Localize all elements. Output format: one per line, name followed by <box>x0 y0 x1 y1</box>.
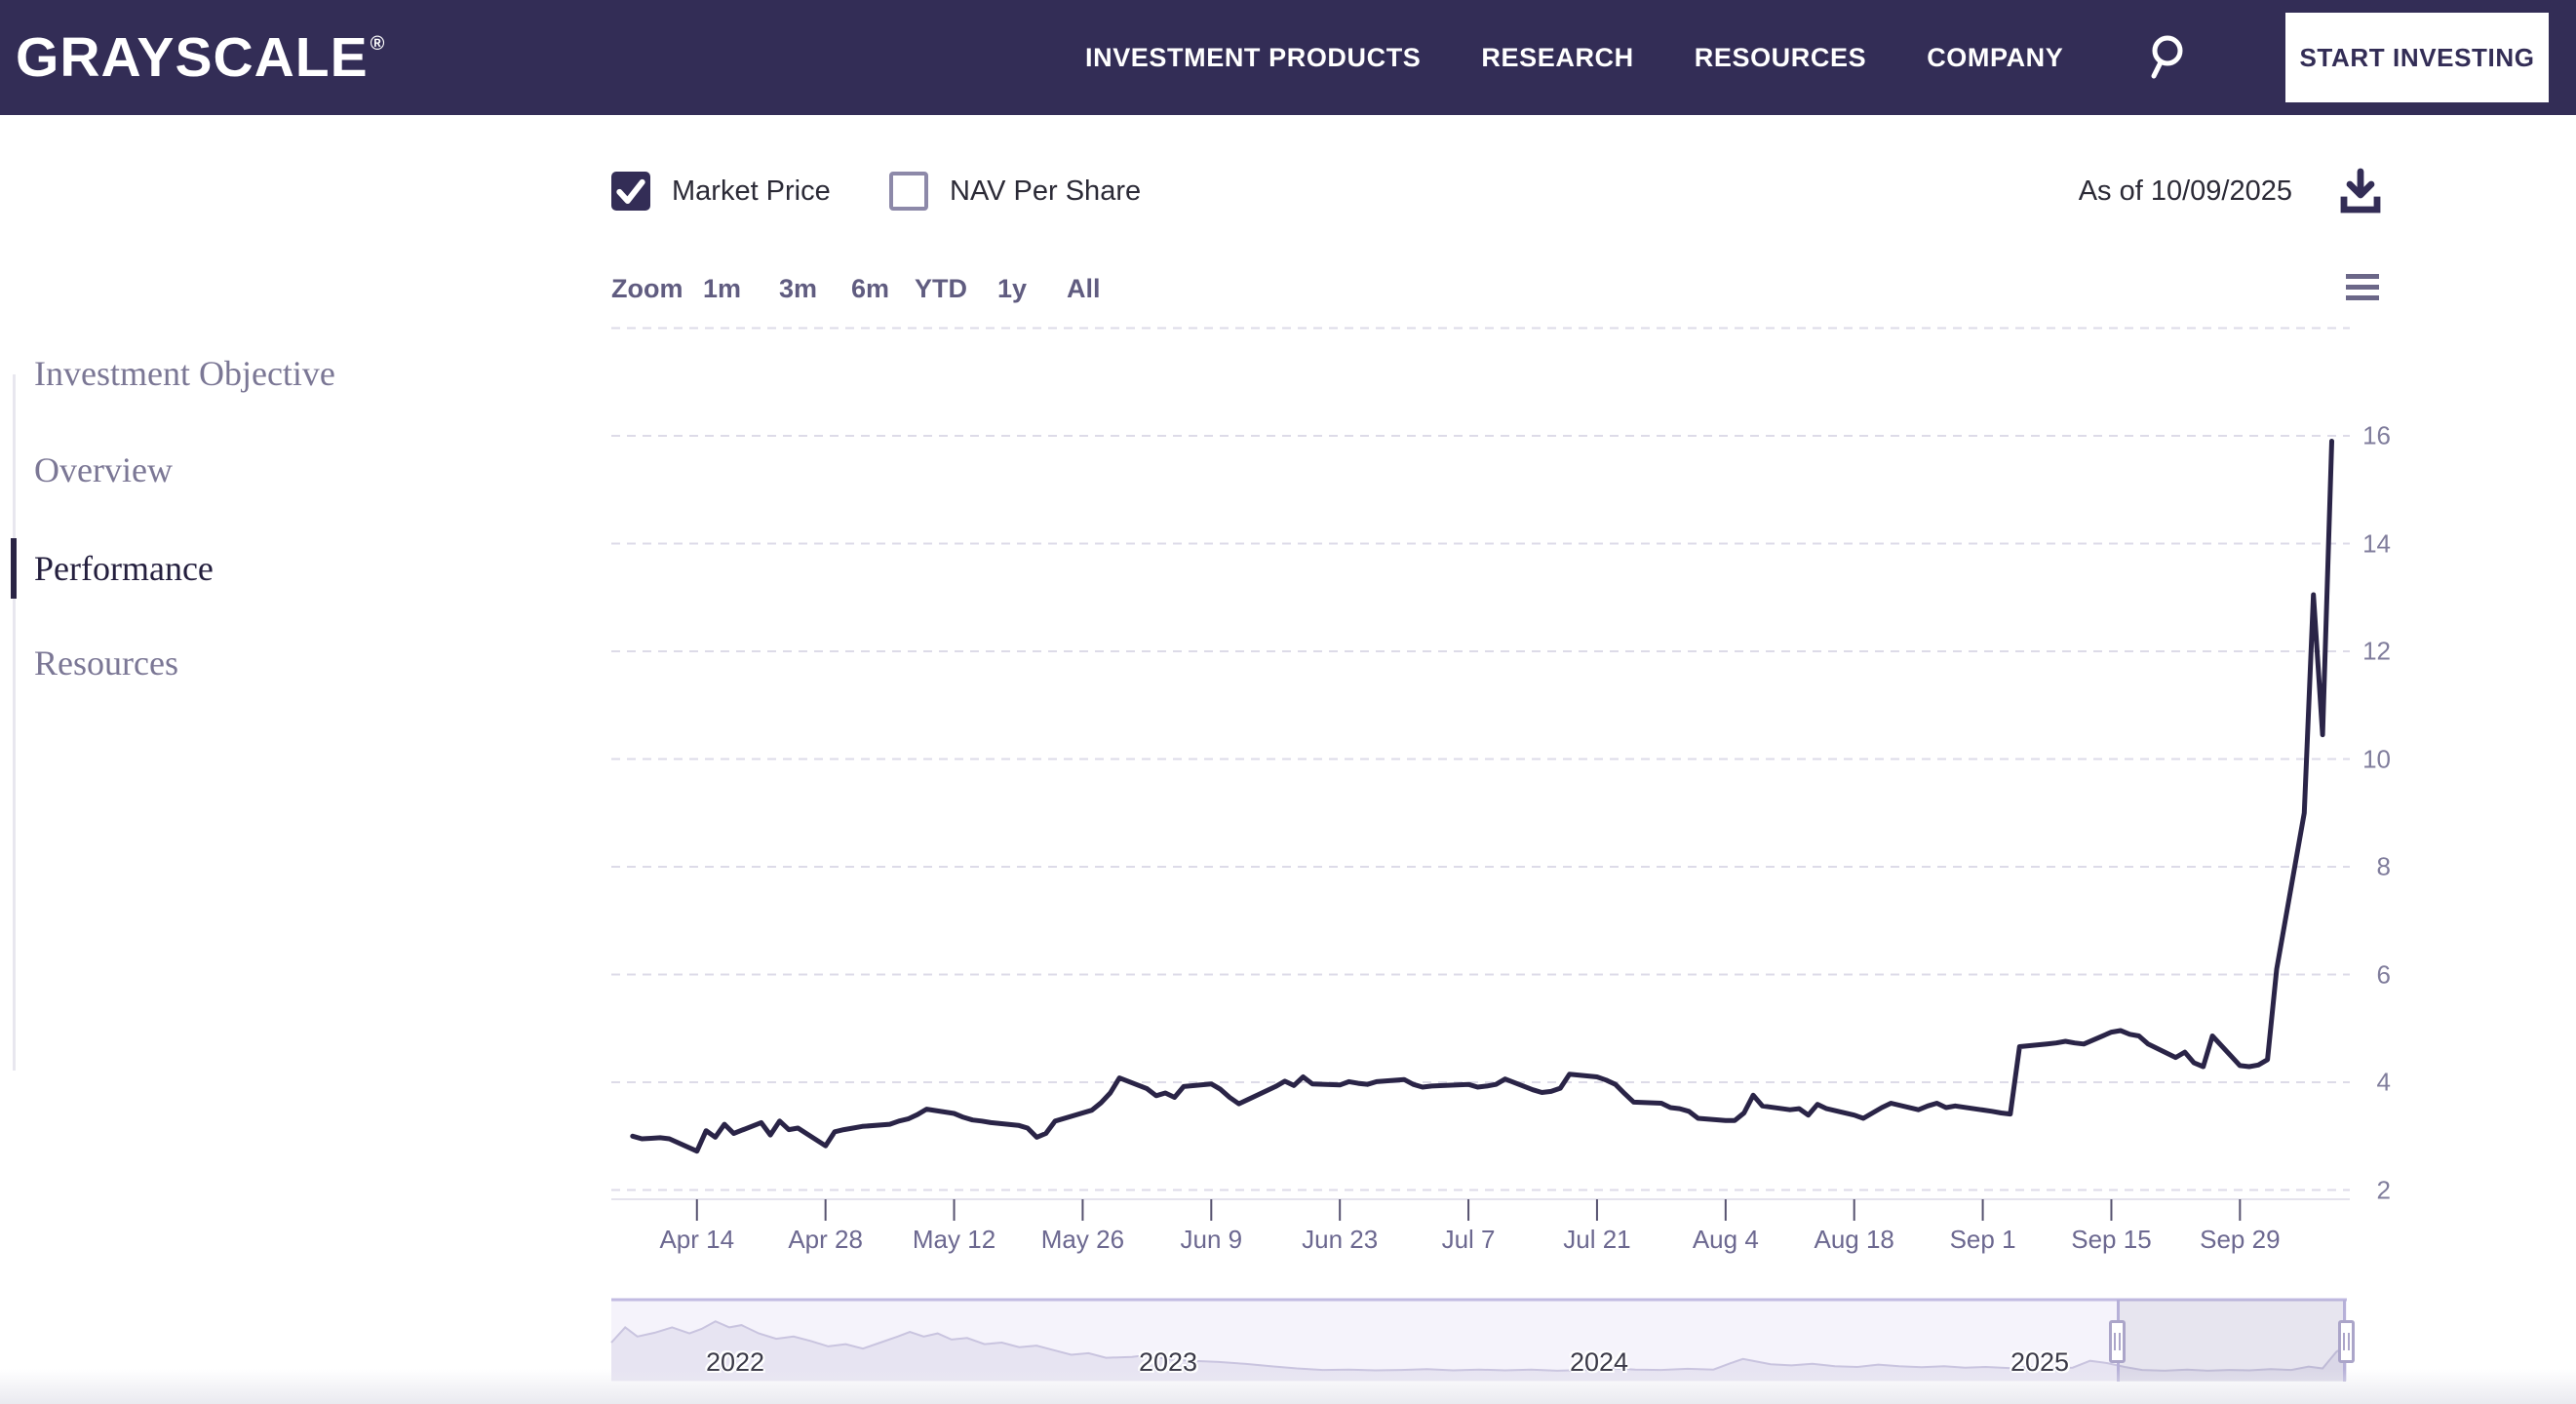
price-chart <box>0 0 2576 1404</box>
nav-item-resources[interactable]: RESOURCES <box>1695 43 1866 73</box>
range-button-1y[interactable]: 1y <box>997 273 1027 304</box>
navigator-handle-right[interactable] <box>2338 1320 2355 1363</box>
nav-item-company[interactable]: COMPANY <box>1927 43 2063 73</box>
x-axis-label: Aug 4 <box>1658 1225 1794 1255</box>
chart-menu-icon[interactable] <box>2346 274 2379 300</box>
range-button-1m[interactable]: 1m <box>703 273 741 304</box>
x-axis-label: May 12 <box>886 1225 1023 1255</box>
range-button-ytd[interactable]: YTD <box>915 273 967 304</box>
x-axis-label: Jun 23 <box>1271 1225 1408 1255</box>
y-axis-label: 2 <box>2322 1175 2391 1205</box>
x-axis-label: Sep 1 <box>1915 1225 2051 1255</box>
sidebar-item-resources[interactable]: Resources <box>34 643 178 683</box>
x-axis-label: Aug 18 <box>1786 1225 1923 1255</box>
y-axis-label: 16 <box>2322 421 2391 451</box>
x-axis-label: Jun 9 <box>1143 1225 1279 1255</box>
y-axis-label: 10 <box>2322 744 2391 774</box>
y-axis-label: 6 <box>2322 959 2391 990</box>
page: GRAYSCALE® INVESTMENT PRODUCTS RESEARCH RE… <box>0 0 2576 1404</box>
check-icon <box>611 172 650 211</box>
x-axis-label: Sep 15 <box>2043 1225 2179 1255</box>
nav-per-share-toggle[interactable]: NAV Per Share <box>889 172 1141 211</box>
download-icon[interactable] <box>2336 166 2385 216</box>
as-of-date: As of 10/09/2025 <box>1989 172 2292 211</box>
main-nav: INVESTMENT PRODUCTS RESEARCH RESOURCES COMP… <box>1085 0 2063 115</box>
range-button-all[interactable]: All <box>1067 273 1101 304</box>
x-axis-label: Sep 29 <box>2171 1225 2308 1255</box>
search-icon[interactable] <box>2141 32 2192 83</box>
registered-mark: ® <box>371 33 386 56</box>
checkbox-checked[interactable] <box>611 172 650 211</box>
x-axis-label: Apr 28 <box>758 1225 894 1255</box>
y-axis-label: 4 <box>2322 1068 2391 1098</box>
logo-text: GRAYSCALE <box>16 25 369 90</box>
zoom-label: Zoom <box>611 273 683 304</box>
site-header: GRAYSCALE® INVESTMENT PRODUCTS RESEARCH RE… <box>0 0 2576 115</box>
navigator-outline <box>611 1321 2347 1371</box>
nav-item-investment-products[interactable]: INVESTMENT PRODUCTS <box>1085 43 1421 73</box>
sidebar-item-investment-objective[interactable]: Investment Objective <box>34 353 335 394</box>
toggle-label: NAV Per Share <box>950 176 1141 208</box>
sidebar-item-performance[interactable]: Performance <box>34 548 214 589</box>
market-price-line <box>633 442 2332 1151</box>
range-button-3m[interactable]: 3m <box>779 273 817 304</box>
range-button-6m[interactable]: 6m <box>851 273 889 304</box>
checkbox-unchecked[interactable] <box>889 172 928 211</box>
toggle-label: Market Price <box>672 176 831 208</box>
start-investing-button[interactable]: START INVESTING <box>2285 13 2549 102</box>
grayscale-logo[interactable]: GRAYSCALE® <box>16 0 385 115</box>
x-axis-label: Jul 21 <box>1529 1225 1665 1255</box>
navigator-handle-left[interactable] <box>2109 1320 2126 1363</box>
x-axis-label: Jul 7 <box>1400 1225 1537 1255</box>
nav-item-research[interactable]: RESEARCH <box>1481 43 1633 73</box>
x-axis-label: Apr 14 <box>629 1225 765 1255</box>
y-axis-label: 8 <box>2322 852 2391 882</box>
sidebar-rule <box>13 374 16 1071</box>
bottom-fade <box>0 1369 2576 1404</box>
sidebar-active-indicator <box>11 538 17 599</box>
x-axis-label: May 26 <box>1014 1225 1151 1255</box>
y-axis-label: 12 <box>2322 637 2391 667</box>
sidebar-item-overview[interactable]: Overview <box>34 449 173 490</box>
y-axis-label: 14 <box>2322 528 2391 559</box>
market-price-toggle[interactable]: Market Price <box>611 172 831 211</box>
